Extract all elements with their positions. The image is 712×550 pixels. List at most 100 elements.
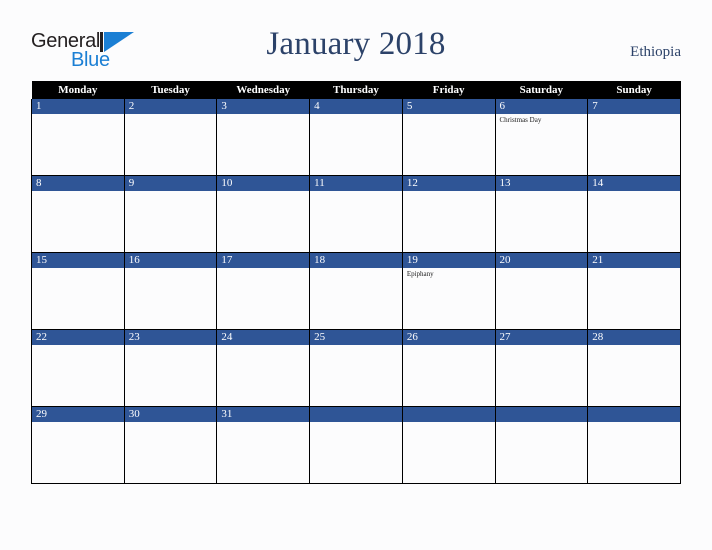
calendar-day-cell[interactable]: 1 (31, 99, 125, 176)
day-events (32, 114, 124, 116)
day-events (496, 345, 588, 347)
calendar-week-row: 1 2 3 4 5 6 Christmas Day 7 (31, 99, 681, 176)
day-events (32, 191, 124, 193)
day-number: 30 (124, 407, 217, 422)
calendar-day-cell[interactable]: 30 (123, 406, 218, 484)
calendar-day-cell[interactable]: 25 (309, 329, 403, 407)
day-events (496, 268, 588, 270)
day-events (496, 191, 588, 193)
day-events (403, 191, 495, 193)
day-cell-content: 11 (310, 176, 402, 252)
calendar-day-cell[interactable] (309, 406, 403, 484)
day-events (217, 345, 309, 347)
day-cell-content: 19 Epiphany (402, 253, 495, 329)
day-cell-content: 10 (217, 176, 310, 252)
calendar-day-cell[interactable]: 28 (587, 329, 681, 407)
calendar-page: General Blue January 2018 Ethiopia Monda… (0, 0, 712, 550)
day-number: 24 (217, 330, 310, 345)
day-cell-content: 27 (495, 330, 588, 406)
day-number: 25 (310, 330, 402, 345)
day-cell-content: 13 (495, 176, 588, 252)
day-events (588, 114, 680, 116)
day-events (403, 422, 495, 424)
day-number: 16 (124, 253, 217, 268)
country-label: Ethiopia (630, 44, 681, 60)
calendar-day-cell[interactable]: 27 (494, 329, 589, 407)
day-cell-content: 20 (495, 253, 588, 329)
day-events (496, 422, 588, 424)
day-events (125, 268, 217, 270)
calendar-day-cell[interactable]: 6 Christmas Day (494, 99, 589, 176)
day-events (403, 345, 495, 347)
calendar-day-cell[interactable]: 18 (309, 252, 403, 330)
day-cell-content: 4 (310, 99, 402, 175)
day-cell-content: 30 (124, 407, 217, 483)
day-number: 21 (588, 253, 680, 268)
calendar-day-cell[interactable] (494, 406, 589, 484)
day-events (310, 422, 402, 424)
calendar-day-cell[interactable]: 11 (309, 175, 403, 253)
calendar-day-cell[interactable]: 23 (123, 329, 218, 407)
day-cell-content: 22 (32, 330, 124, 406)
day-number: 4 (310, 99, 402, 114)
calendar-day-cell[interactable]: 3 (216, 99, 311, 176)
calendar-week-row: 15 16 17 18 19 Epiphany 20 21 (31, 252, 681, 330)
calendar-day-cell[interactable]: 15 (31, 252, 125, 330)
calendar-header-row: Monday Tuesday Wednesday Thursday Friday… (31, 81, 681, 99)
calendar-day-cell[interactable]: 24 (216, 329, 311, 407)
calendar-day-cell[interactable] (401, 406, 496, 484)
day-number: 12 (402, 176, 495, 191)
day-events (217, 114, 309, 116)
day-number: 31 (217, 407, 310, 422)
day-number: 17 (217, 253, 310, 268)
calendar-day-cell[interactable]: 26 (401, 329, 496, 407)
day-number: 22 (32, 330, 124, 345)
day-number: 19 (402, 253, 495, 268)
calendar-day-cell[interactable]: 19 Epiphany (401, 252, 496, 330)
day-cell-content: 31 (217, 407, 310, 483)
day-cell-content: 23 (124, 330, 217, 406)
day-cell-content (310, 407, 402, 483)
weekday-header-monday: Monday (31, 81, 125, 99)
page-title: January 2018 (266, 26, 446, 62)
day-events (588, 422, 680, 424)
calendar-week-row: 22 23 24 25 26 27 28 (31, 329, 681, 407)
calendar-day-cell[interactable]: 13 (494, 175, 589, 253)
day-number: 26 (402, 330, 495, 345)
day-number: 13 (495, 176, 588, 191)
calendar-day-cell[interactable]: 9 (123, 175, 218, 253)
calendar-day-cell[interactable]: 7 (587, 99, 681, 176)
calendar-grid: Monday Tuesday Wednesday Thursday Friday… (31, 81, 681, 484)
calendar-day-cell[interactable]: 4 (309, 99, 403, 176)
weekday-header-tuesday: Tuesday (124, 81, 217, 99)
calendar-day-cell[interactable]: 5 (401, 99, 496, 176)
day-number: 14 (588, 176, 680, 191)
calendar-day-cell[interactable]: 8 (31, 175, 125, 253)
day-number (402, 407, 495, 422)
calendar-day-cell[interactable]: 20 (494, 252, 589, 330)
calendar-day-cell[interactable]: 29 (31, 406, 125, 484)
day-cell-content: 29 (32, 407, 124, 483)
calendar-day-cell[interactable]: 22 (31, 329, 125, 407)
day-events (217, 422, 309, 424)
day-cell-content: 1 (32, 99, 124, 175)
day-cell-content: 21 (588, 253, 680, 329)
calendar-day-cell[interactable]: 31 (216, 406, 311, 484)
calendar-day-cell[interactable]: 16 (123, 252, 218, 330)
calendar-day-cell[interactable] (587, 406, 681, 484)
day-events (32, 345, 124, 347)
day-cell-content: 17 (217, 253, 310, 329)
weekday-header-thursday: Thursday (309, 81, 403, 99)
calendar-day-cell[interactable]: 17 (216, 252, 311, 330)
day-number: 2 (124, 99, 217, 114)
day-events (588, 268, 680, 270)
calendar-day-cell[interactable]: 14 (587, 175, 681, 253)
day-cell-content (402, 407, 495, 483)
day-cell-content: 16 (124, 253, 217, 329)
calendar-day-cell[interactable]: 2 (123, 99, 218, 176)
calendar-day-cell[interactable]: 10 (216, 175, 311, 253)
day-number (495, 407, 588, 422)
calendar-day-cell[interactable]: 12 (401, 175, 496, 253)
calendar-day-cell[interactable]: 21 (587, 252, 681, 330)
calendar-week-row: 8 9 10 11 12 13 14 (31, 175, 681, 253)
